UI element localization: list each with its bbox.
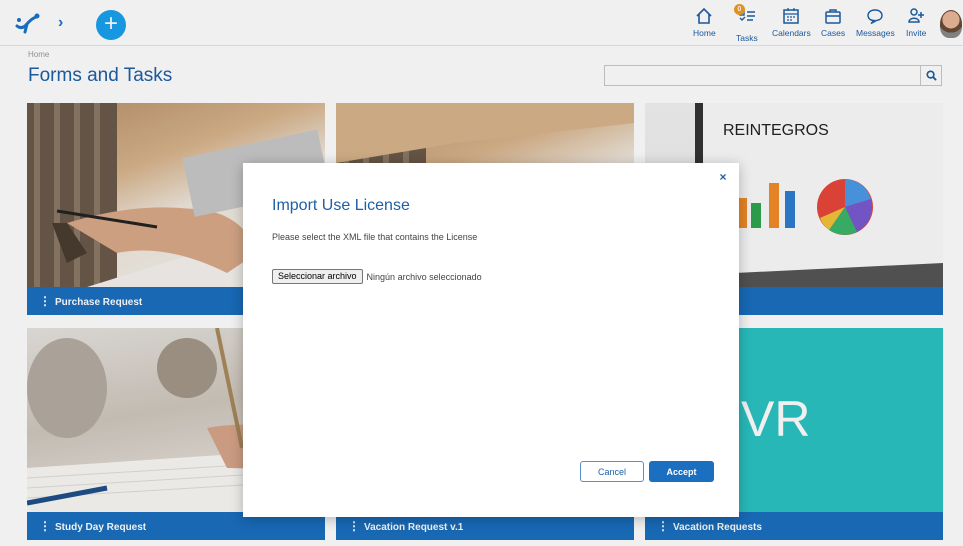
- cancel-button[interactable]: Cancel: [580, 461, 644, 482]
- accept-button[interactable]: Accept: [649, 461, 714, 482]
- choose-file-button[interactable]: Seleccionar archivo: [272, 269, 363, 284]
- file-picker: Seleccionar archivo Ningún archivo selec…: [272, 269, 482, 284]
- dialog-description: Please select the XML file that contains…: [272, 232, 478, 242]
- close-icon[interactable]: ×: [717, 171, 729, 183]
- import-license-dialog: × Import Use License Please select the X…: [243, 163, 739, 517]
- dialog-title: Import Use License: [272, 197, 410, 214]
- file-status: Ningún archivo seleccionado: [366, 271, 482, 282]
